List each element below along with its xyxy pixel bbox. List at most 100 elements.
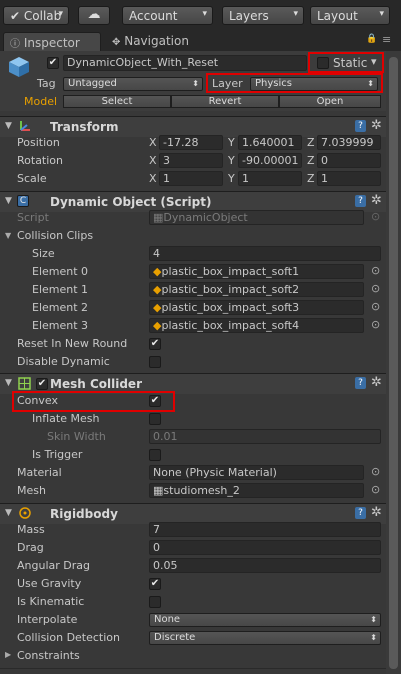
y-label: Y [228, 154, 235, 167]
mesh-label: Mesh [17, 484, 46, 497]
element-field[interactable]: ◆plastic_box_impact_soft3 [149, 300, 364, 315]
chevron-down-icon[interactable]: ▾ [371, 55, 377, 68]
position-z-field[interactable]: 7.039999 [317, 135, 381, 150]
tab-navigation[interactable]: ✥ Navigation [106, 32, 206, 51]
interpolate-dropdown[interactable]: None ⬍ [149, 613, 381, 627]
object-picker-icon[interactable]: ⊙ [371, 264, 380, 277]
gravity-checkbox[interactable]: ✔ [149, 578, 161, 590]
fold-open-icon[interactable]: ▼ [5, 196, 12, 206]
scrollbar-thumb[interactable] [389, 57, 398, 669]
inflate-checkbox[interactable] [149, 413, 161, 425]
position-y-field[interactable]: 1.640001 [238, 135, 302, 150]
cloud-icon: ☁ [87, 7, 101, 22]
layer-dropdown[interactable]: Physics ⬍ [250, 77, 378, 91]
script-field: ▦DynamicObject [149, 210, 364, 225]
layout-button[interactable]: Layout ▾ [310, 6, 390, 25]
bottom-divider [0, 668, 386, 669]
mesh-collider-header[interactable]: ▼ ✔ Mesh Collider ? ✲ [0, 373, 386, 394]
object-picker-icon[interactable]: ⊙ [371, 282, 380, 295]
tab-inspector[interactable]: ⓘ Inspector [3, 32, 101, 51]
menu-icon[interactable]: ≡ [382, 33, 391, 46]
mesh-field[interactable]: ▦studiomesh_2 [149, 483, 364, 498]
scale-x-field[interactable]: 1 [159, 171, 223, 186]
object-name-input[interactable]: DynamicObject_With_Reset [63, 55, 307, 71]
collision-clips-row[interactable]: ▼ Collision Clips [0, 227, 386, 245]
convex-checkbox[interactable]: ✔ [149, 395, 161, 407]
object-picker-icon[interactable]: ⊙ [371, 300, 380, 313]
mesh-collider-title: Mesh Collider [50, 377, 142, 391]
tag-dropdown[interactable]: Untagged ⬍ [63, 77, 203, 91]
inflate-label: Inflate Mesh [32, 412, 100, 425]
rotation-y-field[interactable]: -90.00001 [238, 153, 302, 168]
size-field[interactable]: 4 [149, 246, 381, 261]
open-button[interactable]: Open [279, 95, 381, 108]
material-row: Material None (Physic Material) ⊙ [0, 464, 386, 482]
constraints-row[interactable]: ▶ Constraints [0, 647, 386, 665]
account-button[interactable]: Account ▾ [122, 6, 213, 25]
layer-label: Layer [212, 77, 243, 90]
drag-field[interactable]: 0 [149, 540, 381, 555]
static-checkbox[interactable] [317, 57, 329, 69]
inflate-row: Inflate Mesh [0, 410, 386, 428]
cloud-button[interactable]: ☁ [78, 6, 110, 25]
convex-row: Convex ✔ [0, 392, 386, 410]
kinematic-row: Is Kinematic [0, 593, 386, 611]
rotation-x-field[interactable]: 3 [159, 153, 223, 168]
layers-button[interactable]: Layers ▾ [222, 6, 304, 25]
account-label: Account [129, 9, 178, 23]
object-picker-icon[interactable]: ⊙ [371, 465, 380, 478]
fold-open-icon[interactable]: ▼ [5, 378, 12, 388]
material-field[interactable]: None (Physic Material) [149, 465, 364, 480]
element-field[interactable]: ◆plastic_box_impact_soft4 [149, 318, 364, 333]
collision-detection-dropdown[interactable]: Discrete ⬍ [149, 631, 381, 645]
gravity-row: Use Gravity ✔ [0, 575, 386, 593]
help-book-icon[interactable]: ? [355, 377, 366, 389]
angular-drag-field[interactable]: 0.05 [149, 558, 381, 573]
gear-icon[interactable]: ✲ [371, 505, 382, 520]
help-book-icon[interactable]: ? [355, 195, 366, 207]
gear-icon[interactable]: ✲ [371, 193, 382, 208]
active-checkbox[interactable]: ✔ [47, 57, 59, 69]
gear-icon[interactable]: ✲ [371, 375, 382, 390]
fold-open-icon[interactable]: ▼ [5, 121, 12, 131]
object-picker-icon[interactable]: ⊙ [371, 318, 380, 331]
rotation-z-field[interactable]: 0 [317, 153, 381, 168]
element-label: Element 3 [32, 319, 89, 332]
reset-checkbox[interactable]: ✔ [149, 338, 161, 350]
gear-icon[interactable]: ✲ [371, 118, 382, 133]
mesh-collider-enabled-checkbox[interactable]: ✔ [36, 378, 48, 390]
help-book-icon[interactable]: ? [355, 120, 366, 132]
disable-checkbox[interactable] [149, 356, 161, 368]
check-icon: ✔ [48, 57, 58, 68]
scale-z-field[interactable]: 1 [317, 171, 381, 186]
revert-button[interactable]: Revert [171, 95, 279, 108]
tab-navigation-label: Navigation [124, 34, 189, 48]
fold-closed-icon[interactable]: ▶ [5, 650, 11, 659]
fold-open-icon[interactable]: ▼ [5, 508, 12, 518]
position-x-field[interactable]: -17.28 [159, 135, 223, 150]
lock-icon[interactable]: 🔒 [366, 34, 377, 44]
mass-field[interactable]: 7 [149, 522, 381, 537]
trigger-checkbox[interactable] [149, 449, 161, 461]
scrollbar[interactable] [386, 51, 401, 674]
dynamic-object-enabled-checkbox[interactable]: C [17, 195, 29, 207]
scale-y-field[interactable]: 1 [238, 171, 302, 186]
kinematic-label: Is Kinematic [17, 595, 85, 608]
collab-button[interactable]: ✔ Collab ▾ [3, 6, 69, 25]
tab-bar: ⓘ Inspector ✥ Navigation 🔒 ≡ [0, 31, 401, 51]
element-field[interactable]: ◆plastic_box_impact_soft1 [149, 264, 364, 279]
component-icons: ? ✲ [355, 118, 387, 134]
kinematic-checkbox[interactable] [149, 596, 161, 608]
object-picker-icon: ⊙ [371, 210, 381, 223]
element-row: Element 3 ◆plastic_box_impact_soft4 ⊙ [0, 317, 386, 335]
object-picker-icon[interactable]: ⊙ [371, 483, 380, 496]
static-toggle[interactable]: Static ▾ [312, 55, 384, 71]
chevron-down-icon: ▾ [58, 9, 63, 19]
check-icon: ✔ [150, 578, 160, 589]
select-button[interactable]: Select [63, 95, 171, 108]
layout-label: Layout [317, 9, 358, 23]
element-field[interactable]: ◆plastic_box_impact_soft2 [149, 282, 364, 297]
fold-open-icon[interactable]: ▼ [5, 231, 11, 240]
help-book-icon[interactable]: ? [355, 507, 366, 519]
y-label: Y [228, 172, 235, 185]
